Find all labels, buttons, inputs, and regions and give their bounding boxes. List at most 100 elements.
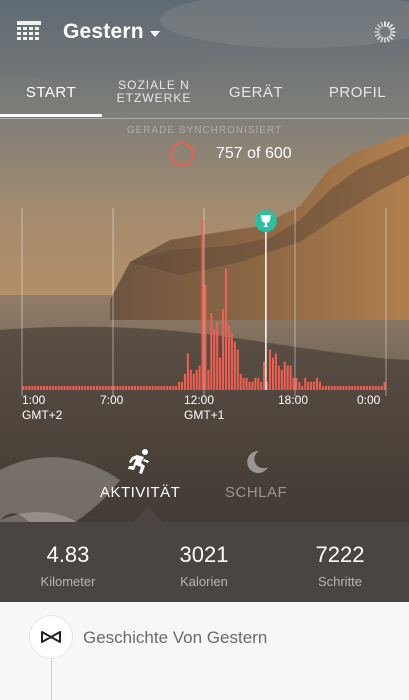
activity-bar (142, 385, 145, 390)
goal-ring-icon (170, 142, 194, 166)
activity-bar (48, 385, 51, 390)
activity-bar (45, 385, 48, 390)
mode-activity[interactable]: AKTIVITÄT (100, 448, 180, 501)
sync-spinner-icon[interactable] (374, 21, 396, 43)
mode-activity-label: AKTIVITÄT (100, 484, 181, 501)
stat-label: Kilometer (40, 574, 96, 589)
activity-bar (198, 365, 201, 390)
activity-bar (172, 385, 175, 390)
activity-bar (204, 284, 207, 390)
activity-bar (60, 385, 63, 390)
activity-bar (360, 385, 363, 390)
activity-bar (365, 385, 368, 390)
activity-bar (42, 385, 46, 390)
tab-label: SOZIALE N ETZWERKE (116, 78, 192, 105)
activity-bar (263, 361, 266, 390)
activity-bar (131, 385, 134, 390)
tab-device[interactable]: GERÄT (206, 66, 306, 118)
activity-bar (66, 385, 69, 390)
date-selector[interactable]: Gestern (63, 18, 160, 46)
activity-bar (145, 385, 148, 390)
mode-sleep-label: SCHLAF (225, 484, 288, 501)
activity-bar (157, 385, 160, 390)
activity-bar (216, 321, 219, 390)
activity-bar (119, 385, 122, 390)
activity-bar (304, 377, 307, 390)
activity-bar (277, 365, 280, 390)
page-title: Gestern (63, 20, 144, 43)
activity-bar (380, 385, 383, 390)
activity-bar (136, 385, 139, 390)
activity-bar (327, 385, 330, 390)
activity-bar (63, 385, 66, 390)
activity-bar (151, 385, 154, 390)
activity-bar (310, 381, 313, 390)
tab-profile[interactable]: PROFIL (306, 66, 409, 118)
activity-bar (289, 365, 292, 390)
activity-bar (354, 385, 357, 390)
activity-bar (336, 385, 339, 390)
activity-bar (69, 385, 72, 390)
activity-bar (230, 333, 233, 390)
activity-bar (357, 385, 360, 390)
tab-label: PROFIL (328, 83, 387, 101)
activity-bar (377, 385, 380, 390)
x-tick-label: 1:00 GMT+2 (22, 393, 63, 422)
activity-bar (280, 369, 283, 390)
activity-bar (40, 385, 43, 390)
activity-bar (186, 353, 189, 390)
activity-bar (125, 385, 128, 390)
activity-bar (195, 369, 198, 390)
activity-bar (236, 349, 239, 390)
activity-bar (371, 385, 374, 390)
tab-start[interactable]: START (0, 66, 102, 118)
stat-value: 3021 (179, 542, 229, 567)
activity-bar (87, 385, 90, 390)
activity-bar (333, 385, 336, 390)
story-title[interactable]: Geschichte Von Gestern (83, 628, 267, 648)
activity-bar (324, 385, 327, 390)
activity-bar (222, 309, 225, 390)
activity-bar (178, 381, 181, 390)
stat-label: Schritte (317, 574, 363, 589)
activity-bar (160, 385, 163, 390)
activity-bar (219, 357, 222, 390)
activity-bar (307, 381, 310, 390)
activity-bar (180, 381, 184, 390)
stat-label: Kalorien (180, 574, 228, 589)
activity-bar (169, 385, 172, 390)
activity-bar (383, 381, 386, 390)
activity-bar (54, 385, 57, 390)
activity-bar (189, 369, 192, 390)
activity-bar (31, 385, 34, 390)
goal-progress: 757 of 600 (170, 140, 292, 168)
tab-social-networks[interactable]: SOZIALE N ETZWERKE (102, 66, 206, 118)
grid-icon[interactable] (17, 21, 41, 43)
activity-bar (183, 373, 186, 390)
activity-bar (210, 313, 213, 390)
activity-bar (339, 385, 342, 390)
moon-icon (247, 450, 269, 473)
activity-bar (362, 385, 366, 390)
activity-bar (133, 385, 137, 390)
goal-target: of 600 (247, 145, 292, 162)
mode-sleep[interactable]: SCHLAF (225, 448, 287, 501)
activity-bar (351, 385, 354, 390)
activity-bar (101, 385, 104, 390)
activity-bar (245, 377, 248, 390)
story-badge[interactable] (30, 616, 72, 658)
activity-bar (34, 385, 37, 390)
trophy-icon[interactable] (254, 210, 277, 232)
activity-bar (330, 385, 333, 390)
active-tab-indicator (0, 114, 102, 117)
chevron-down-icon (149, 30, 160, 37)
activity-bar (75, 385, 78, 390)
selection-pointer (133, 506, 163, 522)
activity-bar (28, 385, 31, 390)
activity-bar (128, 385, 131, 390)
activity-bar (57, 385, 60, 390)
activity-bar (51, 385, 54, 390)
activity-bar (104, 385, 107, 390)
stat-value: 7222 (315, 542, 365, 567)
activity-bar (318, 381, 321, 390)
